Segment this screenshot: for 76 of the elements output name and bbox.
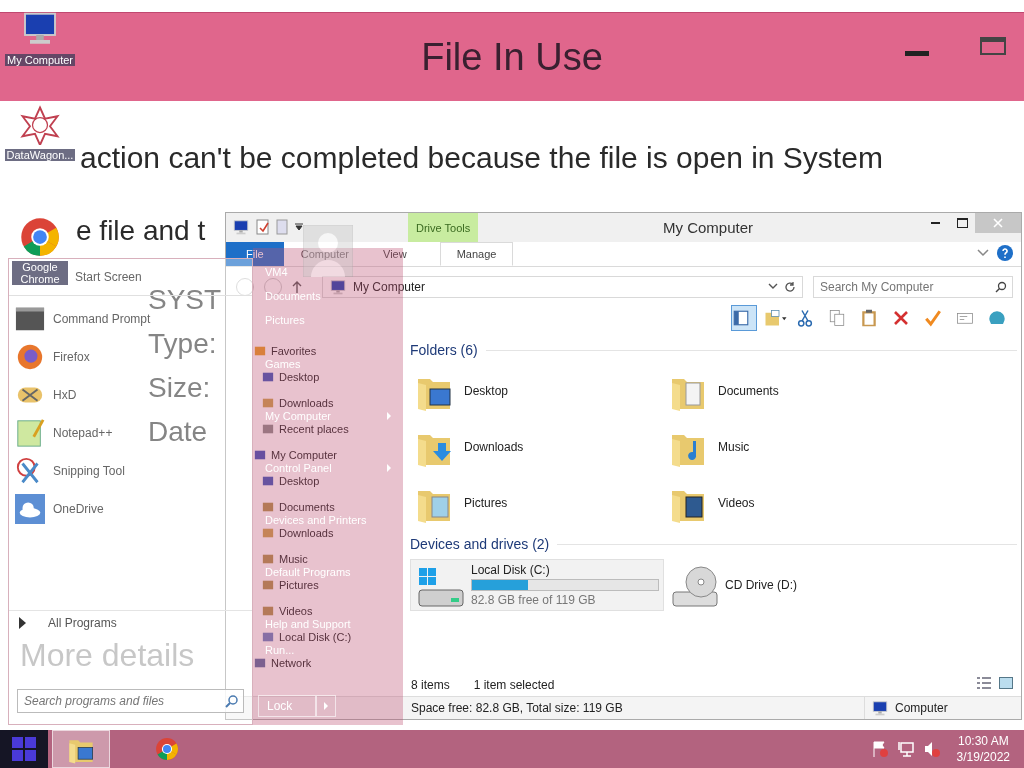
windows-logo-icon xyxy=(11,736,37,762)
folder-item[interactable]: Desktop xyxy=(414,363,668,419)
firefox-icon xyxy=(15,342,45,372)
folder-item[interactable]: Music xyxy=(668,419,922,475)
folder-item[interactable]: Downloads xyxy=(414,419,668,475)
taskbar-app[interactable] xyxy=(52,730,110,768)
power-options-button[interactable] xyxy=(316,695,336,717)
selection-count: 1 item selected xyxy=(473,678,555,692)
notepad-icon xyxy=(15,418,45,448)
nav-item[interactable]: Network xyxy=(254,656,312,670)
start-search-field[interactable]: Search programs and files xyxy=(17,689,244,713)
file-detail: SYST xyxy=(148,283,222,315)
space-info: Space free: 82.8 GB, Total size: 119 GB xyxy=(411,701,624,715)
program-item[interactable]: Firefox xyxy=(15,342,90,372)
drive-name: Local Disk (C:) xyxy=(471,563,551,577)
drive-info: 82.8 GB free of 119 GB xyxy=(471,593,597,607)
group-header: Devices and drives (2) xyxy=(410,533,1017,555)
nav-item[interactable]: Downloads xyxy=(262,396,334,410)
drive-item[interactable]: CD Drive (D:) xyxy=(664,559,918,611)
folder-item[interactable]: Documents xyxy=(668,363,922,419)
folder-item[interactable]: Pictures xyxy=(414,475,668,531)
nav-item[interactable]: Desktop xyxy=(262,370,320,384)
details-view-icon[interactable] xyxy=(977,677,991,689)
item-count: 8 items xyxy=(411,678,450,692)
nav-item[interactable]: Local Disk (C:) xyxy=(262,630,352,644)
search-icon xyxy=(225,694,239,708)
muted-speaker-icon[interactable] xyxy=(922,740,941,758)
clock[interactable]: 10:30 AM 3/19/2022 xyxy=(956,733,1010,765)
search-icon xyxy=(995,281,1007,293)
onedrive-icon xyxy=(15,494,45,524)
all-programs-item[interactable]: All Programs xyxy=(19,616,117,630)
address-bar[interactable]: My Computer xyxy=(322,276,803,298)
nav-item[interactable]: Recent places xyxy=(262,422,349,436)
folder-item[interactable]: Videos xyxy=(668,475,922,531)
search-field[interactable]: Search My Computer xyxy=(813,276,1013,298)
program-item[interactable]: HxD xyxy=(15,380,77,410)
chrome-icon xyxy=(20,217,60,257)
window-title: My Computer xyxy=(663,219,754,236)
nav-item[interactable]: Documents xyxy=(262,500,335,514)
nav-item[interactable]: Downloads xyxy=(262,526,334,540)
group-header: Folders (6) xyxy=(410,339,1017,361)
user-avatar-icon xyxy=(303,225,353,277)
chevron-icon[interactable] xyxy=(977,249,989,257)
help-icon[interactable] xyxy=(997,245,1013,261)
nav-item[interactable]: Pictures xyxy=(262,578,319,592)
nav-item[interactable]: My Computer xyxy=(254,448,338,462)
file-detail: Type: xyxy=(148,327,217,361)
program-item[interactable]: Start Screen xyxy=(75,270,142,284)
refresh-icon[interactable] xyxy=(784,281,796,293)
chevron-icon[interactable] xyxy=(768,283,778,291)
ribbon-tab[interactable]: File xyxy=(226,242,284,266)
nav-item[interactable]: Videos xyxy=(262,604,313,618)
nav-item[interactable]: Desktop xyxy=(262,474,320,488)
location-label: Computer xyxy=(864,697,1021,719)
large-icons-view-icon[interactable] xyxy=(999,677,1013,689)
nav-item[interactable]: Music xyxy=(262,552,308,566)
nav-item[interactable]: Favorites xyxy=(254,344,317,358)
ribbon-tab[interactable]: View xyxy=(366,242,424,266)
dialog-title: File In Use xyxy=(421,35,603,79)
drive-item[interactable]: Local Disk (C:) 82.8 GB free of 119 GB xyxy=(410,559,664,611)
file-detail: Size: xyxy=(148,371,211,405)
drive-name: CD Drive (D:) xyxy=(725,578,797,592)
flag-icon[interactable] xyxy=(870,740,889,758)
dropdown-icon[interactable] xyxy=(294,223,304,231)
up-arrow-icon[interactable] xyxy=(292,281,302,293)
properties-icon[interactable] xyxy=(256,219,270,235)
ribbon-tab[interactable]: Manage xyxy=(439,242,514,266)
program-item[interactable]: OneDrive xyxy=(15,494,104,524)
dialog-message: action can't be completed because the file is open in System xyxy=(80,141,883,175)
program-item[interactable]: Snipping Tool xyxy=(15,456,125,486)
start-button[interactable] xyxy=(0,730,48,768)
file-detail: Date xyxy=(148,415,208,449)
pane-icon[interactable] xyxy=(731,305,757,331)
dialog-instruction: e file and t xyxy=(76,215,206,247)
drive-tools-label: Drive Tools xyxy=(408,213,479,242)
program-item[interactable]: Notepad++ xyxy=(15,418,113,448)
